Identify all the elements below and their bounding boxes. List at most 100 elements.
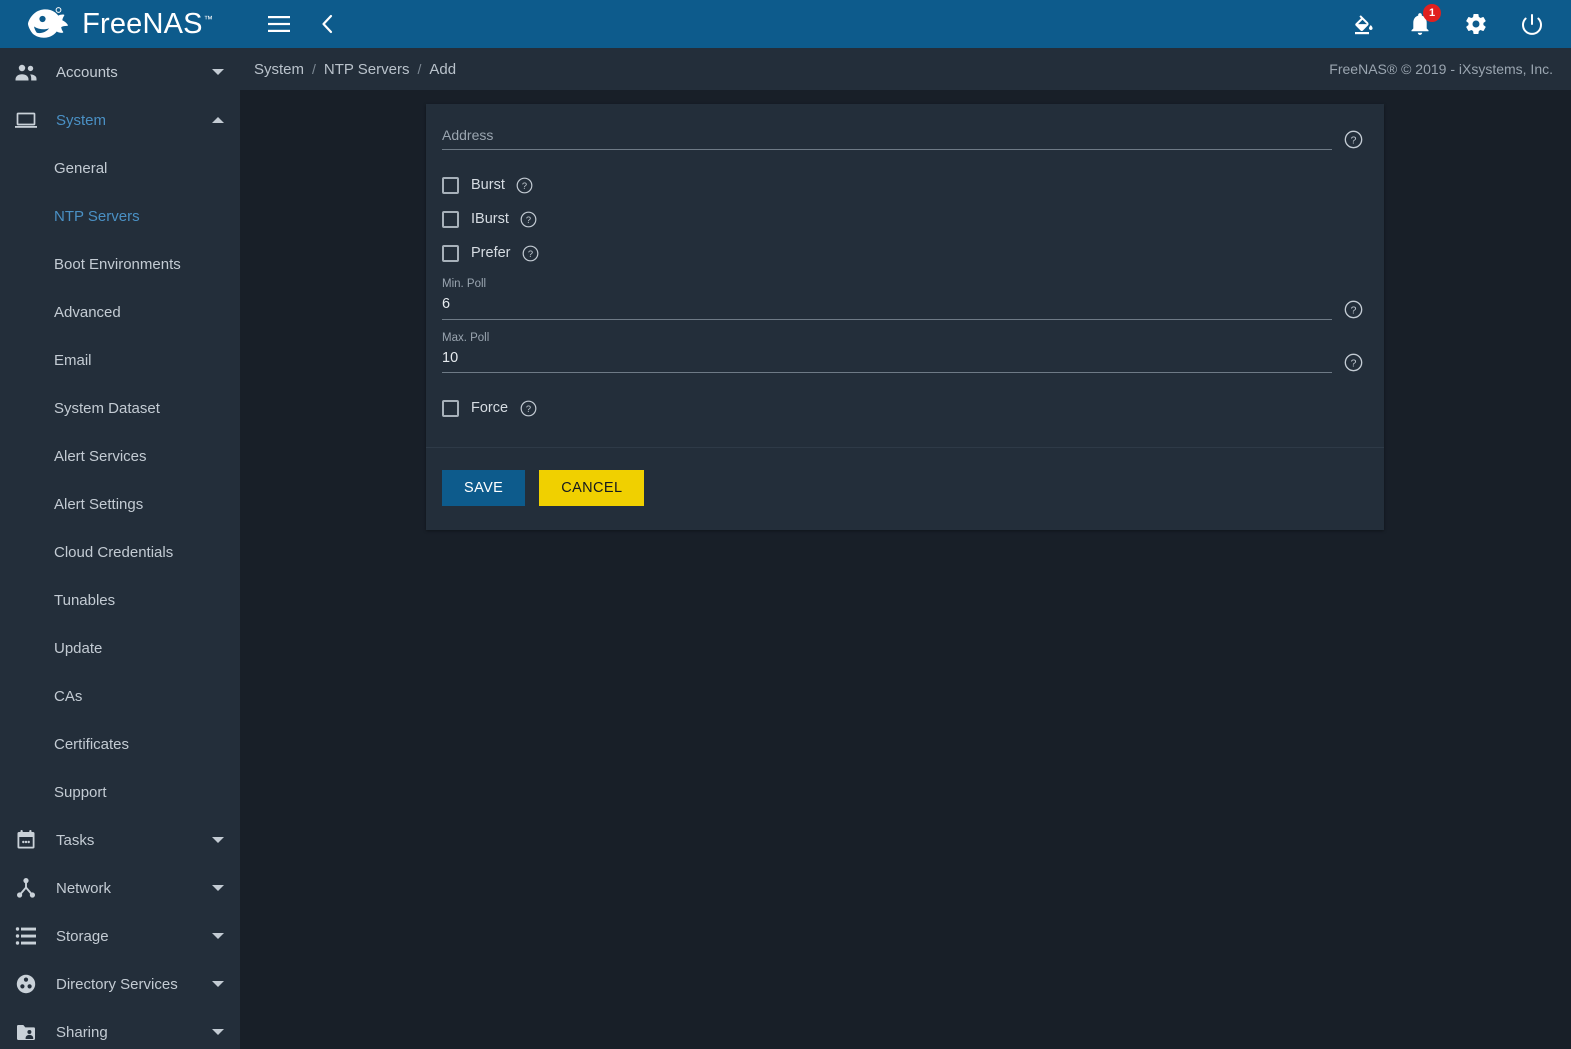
sidebar-item-support[interactable]: Support bbox=[0, 768, 240, 816]
sidebar-item-update[interactable]: Update bbox=[0, 624, 240, 672]
sidebar-group-label: Storage bbox=[56, 927, 109, 945]
cancel-button[interactable]: CANCEL bbox=[539, 470, 645, 507]
burst-checkbox[interactable] bbox=[442, 176, 459, 194]
breadcrumb-separator: / bbox=[417, 61, 422, 77]
brand-logo[interactable]: FreeNAS™ bbox=[0, 0, 240, 48]
svg-text:?: ? bbox=[1350, 359, 1356, 370]
svg-text:?: ? bbox=[1350, 305, 1356, 316]
max-poll-underline bbox=[442, 372, 1332, 374]
save-button[interactable]: SAVE bbox=[442, 470, 526, 507]
sidebar-group-accounts[interactable]: Accounts bbox=[0, 48, 240, 96]
sidebar-item-label: Cloud Credentials bbox=[54, 543, 174, 561]
help-circle-icon[interactable]: ? bbox=[519, 211, 539, 228]
burst-checkbox-row[interactable]: Burst ? bbox=[442, 168, 1366, 202]
prefer-label: Prefer bbox=[471, 245, 511, 262]
help-circle-icon[interactable]: ? bbox=[1340, 353, 1366, 372]
sidebar-group-label: System bbox=[56, 111, 107, 129]
ntp-server-add-form: Address ? Burst ? IBurst ? Prefer ? Min.… bbox=[426, 104, 1384, 531]
min-poll-input[interactable]: 6 bbox=[442, 295, 1332, 319]
sidebar-group-tasks[interactable]: Tasks bbox=[0, 816, 240, 864]
max-poll-input[interactable]: 10 bbox=[442, 349, 1332, 373]
network-icon bbox=[12, 876, 40, 900]
force-checkbox[interactable] bbox=[442, 399, 459, 417]
sidebar-group-label: Tasks bbox=[56, 831, 95, 849]
help-circle-icon[interactable]: ? bbox=[518, 400, 538, 417]
sidebar-item-advanced[interactable]: Advanced bbox=[0, 288, 240, 336]
breadcrumb-item-system[interactable]: System bbox=[254, 61, 304, 78]
sidebar-item-label: Advanced bbox=[54, 303, 121, 321]
hamburger-icon[interactable] bbox=[262, 7, 296, 41]
help-circle-icon[interactable]: ? bbox=[1340, 130, 1366, 149]
sidebar-item-cloud-credentials[interactable]: Cloud Credentials bbox=[0, 528, 240, 576]
help-circle-icon[interactable]: ? bbox=[521, 245, 541, 262]
sidebar-item-general[interactable]: General bbox=[0, 144, 240, 192]
sidebar-item-system-dataset[interactable]: System Dataset bbox=[0, 384, 240, 432]
chevron-down-icon bbox=[212, 69, 224, 75]
topbar-actions: 1 bbox=[1347, 4, 1571, 41]
sidebar-item-alert-settings[interactable]: Alert Settings bbox=[0, 480, 240, 528]
breadcrumb: System / NTP Servers / Add bbox=[254, 61, 456, 78]
sidebar-group-system[interactable]: System bbox=[0, 96, 240, 144]
max-poll-field-group: Max. Poll 10 ? bbox=[442, 332, 1366, 374]
address-underline bbox=[442, 149, 1332, 151]
top-bar: FreeNAS™ 1 bbox=[0, 0, 1571, 48]
sidebar-item-boot-environments[interactable]: Boot Environments bbox=[0, 240, 240, 288]
iburst-checkbox[interactable] bbox=[442, 210, 459, 228]
storage-icon bbox=[12, 924, 40, 948]
sidebar-group-storage[interactable]: Storage bbox=[0, 912, 240, 960]
help-circle-icon[interactable]: ? bbox=[1340, 300, 1366, 319]
sidebar-item-certificates[interactable]: Certificates bbox=[0, 720, 240, 768]
iburst-checkbox-row[interactable]: IBurst ? bbox=[442, 202, 1366, 236]
gear-icon[interactable] bbox=[1459, 7, 1493, 41]
copyright-text: FreeNAS® © 2019 - iXsystems, Inc. bbox=[1329, 61, 1553, 77]
sidebar-item-label: Support bbox=[54, 783, 107, 801]
calendar-icon bbox=[12, 828, 40, 852]
sidebar-group-label: Network bbox=[56, 879, 112, 897]
form-actions: SAVE CANCEL bbox=[426, 448, 1384, 530]
sidebar-item-ntp-servers[interactable]: NTP Servers bbox=[0, 192, 240, 240]
paint-bucket-icon[interactable] bbox=[1347, 7, 1381, 41]
force-label: Force bbox=[471, 400, 509, 417]
sidebar-item-label: Boot Environments bbox=[54, 255, 181, 273]
sidebar-item-label: System Dataset bbox=[54, 399, 160, 417]
min-poll-field-group: Min. Poll 6 ? bbox=[442, 278, 1366, 320]
people-icon bbox=[12, 60, 40, 84]
sidebar-item-label: Alert Services bbox=[54, 447, 147, 465]
sidebar: Accounts System General NTP Servers Boot… bbox=[0, 48, 240, 1049]
address-placeholder[interactable]: Address bbox=[442, 126, 1332, 149]
sidebar-group-directory-services[interactable]: Directory Services bbox=[0, 960, 240, 1008]
force-checkbox-row[interactable]: Force ? bbox=[442, 391, 1366, 425]
power-icon[interactable] bbox=[1515, 7, 1549, 41]
sidebar-item-tunables[interactable]: Tunables bbox=[0, 576, 240, 624]
sharing-icon bbox=[12, 1020, 40, 1044]
breadcrumb-bar: System / NTP Servers / Add FreeNAS® © 20… bbox=[240, 48, 1571, 90]
prefer-checkbox-row[interactable]: Prefer ? bbox=[442, 236, 1366, 270]
svg-text:?: ? bbox=[528, 249, 533, 259]
sidebar-item-label: Email bbox=[54, 351, 92, 369]
chevron-down-icon bbox=[212, 837, 224, 843]
sidebar-group-network[interactable]: Network bbox=[0, 864, 240, 912]
help-circle-icon[interactable]: ? bbox=[515, 177, 535, 194]
sidebar-group-label: Sharing bbox=[56, 1023, 108, 1041]
burst-label: Burst bbox=[471, 177, 505, 194]
prefer-checkbox[interactable] bbox=[442, 244, 459, 262]
bell-icon[interactable]: 1 bbox=[1403, 4, 1441, 41]
sidebar-item-alert-services[interactable]: Alert Services bbox=[0, 432, 240, 480]
breadcrumb-item-ntp-servers[interactable]: NTP Servers bbox=[324, 61, 410, 78]
directory-icon bbox=[12, 972, 40, 996]
chevron-left-icon[interactable] bbox=[310, 7, 344, 41]
sidebar-item-label: Certificates bbox=[54, 735, 130, 753]
sidebar-item-cas[interactable]: CAs bbox=[0, 672, 240, 720]
sidebar-group-sharing[interactable]: Sharing bbox=[0, 1008, 240, 1049]
sidebar-item-label: Update bbox=[54, 639, 103, 657]
address-field-group: Address ? bbox=[442, 126, 1366, 151]
sidebar-item-email[interactable]: Email bbox=[0, 336, 240, 384]
svg-text:?: ? bbox=[1350, 136, 1356, 147]
chevron-down-icon bbox=[212, 933, 224, 939]
sidebar-item-label: CAs bbox=[54, 687, 83, 705]
iburst-label: IBurst bbox=[471, 211, 509, 228]
sidebar-group-label: Accounts bbox=[56, 63, 118, 81]
chevron-down-icon bbox=[212, 981, 224, 987]
freenas-fish-logo-icon bbox=[28, 7, 68, 38]
brand-trademark: ™ bbox=[203, 13, 213, 24]
